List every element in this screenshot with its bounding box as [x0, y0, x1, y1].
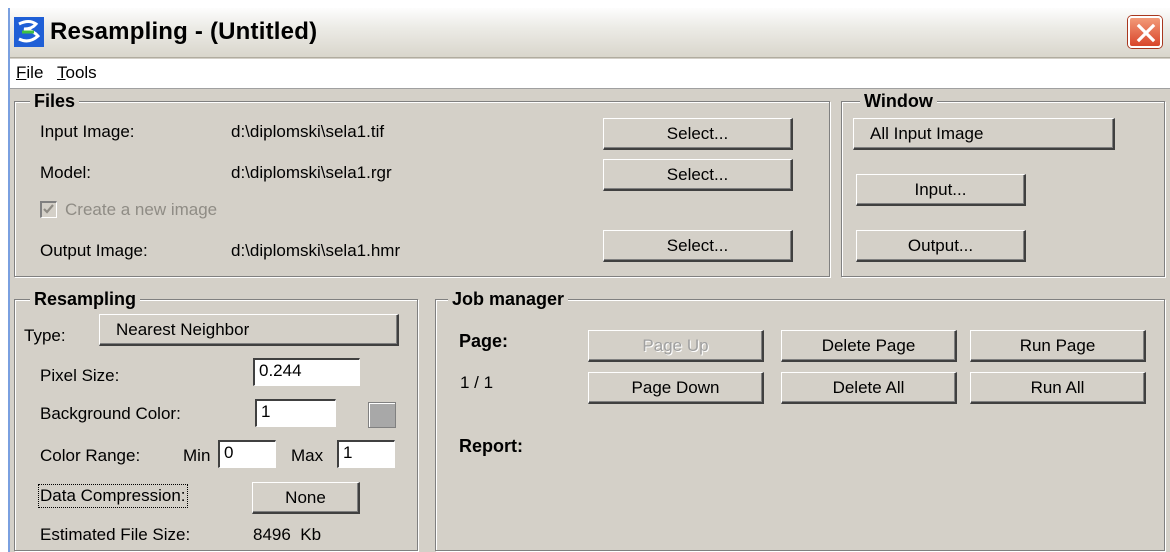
data-compression-label[interactable]: Data Compression: — [38, 484, 188, 508]
pixel-size-input[interactable]: 0.244 — [253, 358, 360, 386]
output-select-button[interactable]: Select... — [603, 230, 793, 262]
page-label: Page: — [459, 331, 509, 351]
resampling-window: Resampling - (Untitled) File Tools Files… — [8, 8, 1170, 552]
output-image-label: Output Image: — [40, 241, 148, 260]
menu-tools[interactable]: Tools — [57, 63, 97, 83]
window-legend: Window — [860, 91, 937, 112]
create-new-image-checkbox[interactable] — [40, 201, 57, 218]
files-legend: Files — [30, 91, 80, 112]
type-label: Type: — [24, 326, 66, 345]
run-page-button[interactable]: Run Page — [970, 330, 1146, 362]
max-label: Max — [291, 446, 324, 465]
job-manager-legend: Job manager — [448, 289, 569, 310]
title-bar[interactable]: Resampling - (Untitled) — [10, 8, 1170, 58]
estimated-file-size-value: 8496 Kb — [253, 525, 322, 544]
app-icon — [14, 17, 44, 47]
data-compression-button[interactable]: None — [252, 482, 360, 514]
estimated-file-size-label: Estimated File Size: — [40, 525, 191, 544]
page-up-button[interactable]: Page Up — [588, 330, 764, 362]
model-select-button[interactable]: Select... — [603, 159, 793, 191]
background-color-label: Background Color: — [40, 404, 181, 423]
background-color-swatch[interactable] — [368, 402, 396, 428]
input-image-label: Input Image: — [40, 122, 135, 141]
input-select-button[interactable]: Select... — [603, 118, 793, 150]
model-label: Model: — [40, 163, 92, 182]
background-color-input[interactable]: 1 — [255, 399, 336, 427]
color-range-label: Color Range: — [40, 446, 141, 465]
menu-bar: File Tools — [10, 59, 1170, 89]
model-path: d:\diplomski\sela1.rgr — [231, 163, 392, 182]
close-icon — [1136, 23, 1156, 43]
checkmark-icon — [43, 204, 54, 214]
close-button[interactable] — [1128, 16, 1162, 48]
menu-file[interactable]: File — [16, 63, 43, 83]
pixel-size-label: Pixel Size: — [40, 366, 120, 385]
output-image-path: d:\diplomski\sela1.hmr — [231, 241, 401, 260]
color-range-max-input[interactable]: 1 — [337, 440, 395, 468]
delete-all-button[interactable]: Delete All — [781, 372, 957, 404]
page-down-button[interactable]: Page Down — [588, 372, 764, 404]
window-input-button[interactable]: Input... — [856, 174, 1026, 206]
delete-page-button[interactable]: Delete Page — [781, 330, 957, 362]
report-label: Report: — [459, 436, 523, 456]
all-input-image-button[interactable]: All Input Image — [853, 118, 1115, 150]
window-title: Resampling - (Untitled) — [50, 18, 318, 45]
window-output-button[interactable]: Output... — [856, 230, 1026, 262]
min-label: Min — [183, 446, 211, 465]
create-new-image-label: Create a new image — [65, 200, 218, 219]
type-dropdown-button[interactable]: Nearest Neighbor — [99, 314, 399, 346]
page-counter: 1 / 1 — [460, 373, 494, 392]
resampling-legend: Resampling — [30, 289, 141, 310]
run-all-button[interactable]: Run All — [970, 372, 1146, 404]
input-image-path: d:\diplomski\sela1.tif — [231, 122, 385, 141]
color-range-min-input[interactable]: 0 — [218, 440, 276, 468]
